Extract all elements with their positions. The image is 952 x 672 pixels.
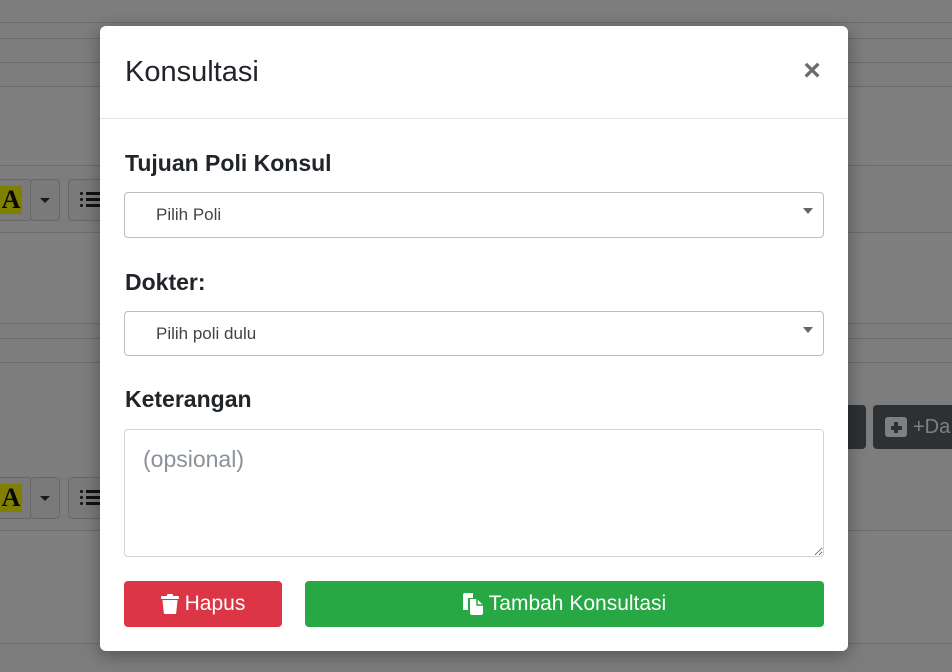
dokter-select[interactable]: Pilih poli dulu	[124, 311, 824, 356]
consultation-modal: Konsultasi × Tujuan Poli Konsul Pilih Po…	[100, 26, 848, 651]
close-icon[interactable]: ×	[803, 54, 821, 87]
delete-button[interactable]: Hapus	[124, 581, 282, 627]
trash-icon	[160, 594, 179, 614]
keterangan-textarea[interactable]	[124, 429, 824, 557]
add-consultation-button[interactable]: Tambah Konsultasi	[305, 581, 824, 627]
keterangan-label: Keterangan	[125, 386, 252, 412]
dokter-label: Dokter:	[125, 269, 206, 295]
modal-title: Konsultasi	[125, 56, 259, 88]
poli-select[interactable]: Pilih Poli	[124, 192, 824, 238]
copy-icon	[462, 593, 483, 615]
close-button[interactable]: ×	[800, 56, 824, 86]
poli-label: Tujuan Poli Konsul	[125, 150, 332, 176]
modal-header: Konsultasi ×	[100, 26, 848, 119]
dokter-select-value: Pilih poli dulu	[156, 324, 257, 343]
chevron-down-icon	[803, 327, 813, 333]
delete-button-label: Hapus	[184, 592, 246, 615]
add-consultation-label: Tambah Konsultasi	[488, 592, 667, 615]
chevron-down-icon	[803, 208, 813, 214]
poli-select-value: Pilih Poli	[156, 205, 222, 224]
